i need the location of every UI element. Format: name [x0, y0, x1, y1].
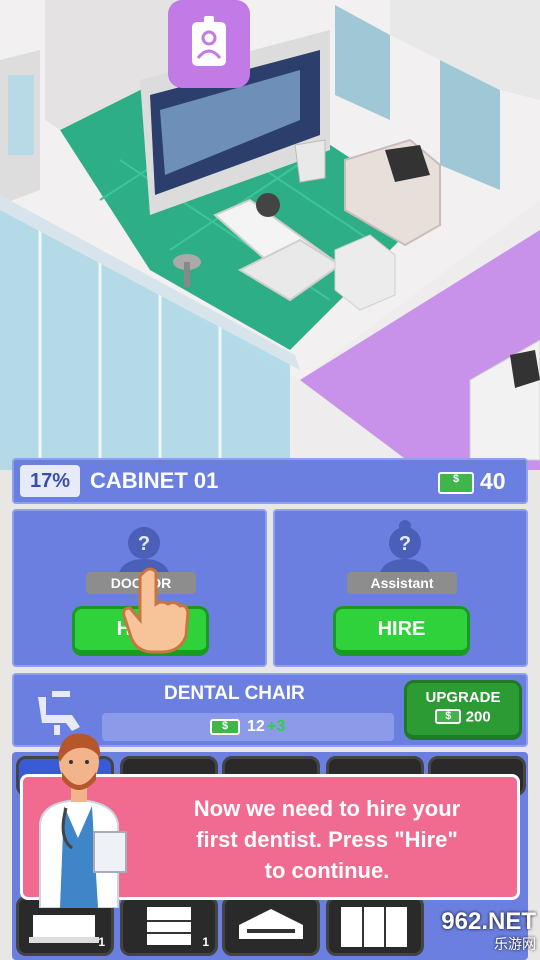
cabinet-icon: [147, 907, 191, 945]
sterilizer-icon: [239, 909, 303, 939]
id-badge-icon: [192, 16, 226, 66]
upgrade-cost: 200: [465, 708, 491, 726]
tutorial-message: Now we need to hire your first dentist. …: [143, 793, 511, 886]
shop-tile-3[interactable]: [222, 896, 320, 956]
shop-tile-2[interactable]: 1: [120, 896, 218, 956]
cash-icon: [438, 472, 474, 494]
shop-tile-count: 1: [98, 935, 105, 949]
hire-assistant-button[interactable]: HIRE: [333, 606, 470, 656]
upgrade-button[interactable]: UPGRADE 200: [404, 680, 522, 740]
upgrade-cash-icon: [435, 709, 462, 725]
watermark: 962.NET 乐游网: [404, 908, 536, 958]
pointing-hand-icon: [122, 567, 190, 654]
cabinet-title: CABINET 01: [90, 468, 219, 493]
room-marker-bubble[interactable]: [168, 0, 250, 88]
tutorial-line-1: Now we need to hire your: [193, 796, 461, 821]
shop-tile-count: 1: [202, 935, 209, 949]
watermark-sub: 乐游网: [494, 936, 536, 952]
progress-percent-badge: 17%: [20, 465, 80, 497]
equipment-name: DENTAL CHAIR: [164, 683, 305, 704]
doctor-character-illustration: [39, 733, 127, 908]
upgrade-label: UPGRADE: [425, 689, 501, 706]
game-scene[interactable]: [0, 0, 540, 470]
doctor-card: ? DOCTOR HIRE: [12, 509, 267, 667]
tutorial-line-2: first dentist. Press "Hire": [196, 827, 458, 852]
cabinet-coins: 40: [480, 468, 506, 494]
assistant-role-label: Assistant: [347, 572, 457, 594]
svg-text:?: ?: [399, 533, 411, 555]
assistant-card: ? Assistant HIRE: [273, 509, 528, 667]
tutorial-line-3: to continue.: [264, 858, 390, 883]
clinic-room-illustration: [0, 0, 540, 470]
equipment-cash-icon: [210, 719, 240, 735]
equipment-value: 12: [247, 718, 265, 735]
equipment-bonus: +3: [267, 718, 286, 735]
cabinet-header: 17% CABINET 01 40: [12, 458, 528, 504]
watermark-brand: 962.NET: [441, 908, 536, 935]
svg-text:?: ?: [138, 533, 150, 555]
